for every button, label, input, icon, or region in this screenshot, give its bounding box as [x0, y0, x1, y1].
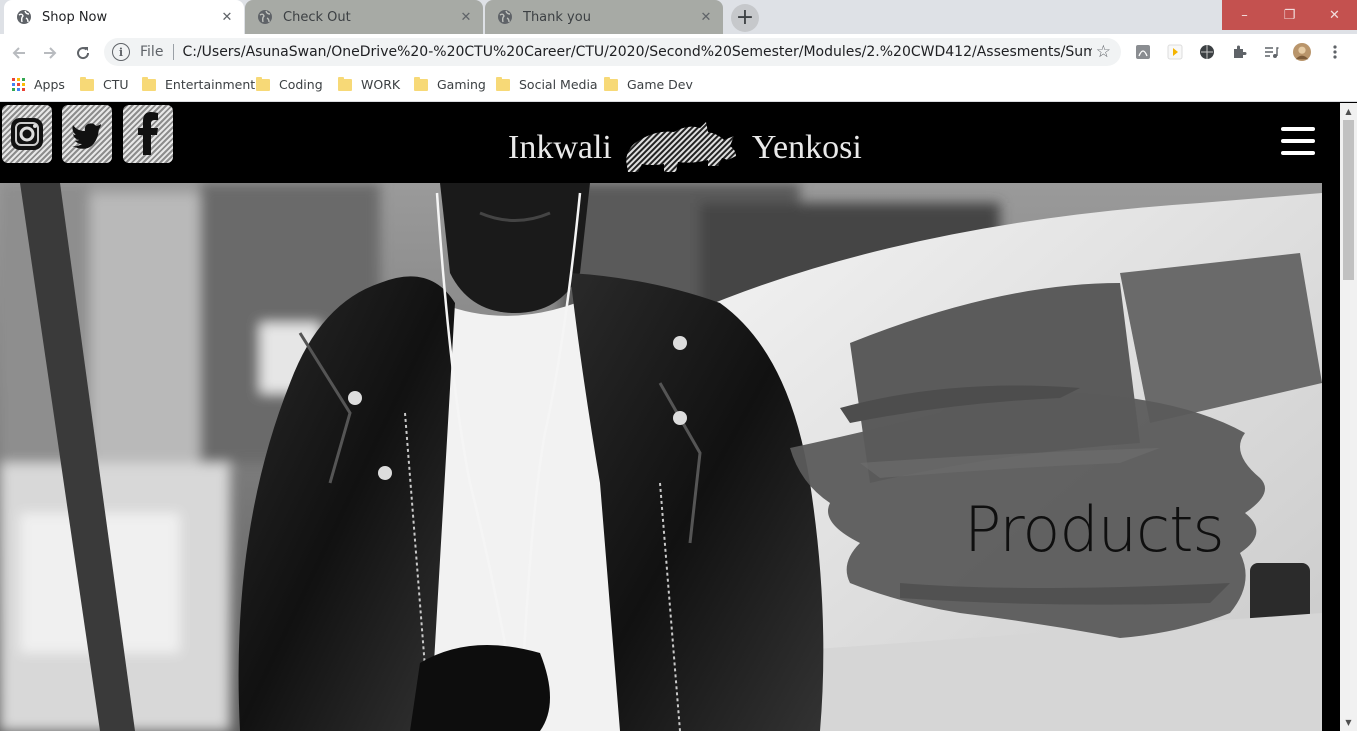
scrollbar-thumb[interactable] — [1343, 120, 1354, 280]
globe-icon — [257, 9, 273, 25]
close-tab-icon[interactable]: ✕ — [697, 8, 715, 26]
bookmark-folder-work[interactable]: WORK — [338, 76, 401, 92]
globe-icon — [16, 9, 32, 25]
back-arrow-icon[interactable] — [6, 40, 32, 66]
browser-menu-icon[interactable] — [1326, 43, 1344, 61]
bookmark-label: Apps — [34, 77, 65, 92]
instagram-icon[interactable] — [2, 105, 52, 163]
rhino-logo-icon — [625, 122, 736, 172]
folder-icon — [256, 76, 270, 91]
profile-avatar-icon[interactable] — [1293, 43, 1311, 61]
tab-title: Check Out — [283, 9, 351, 25]
tab-title: Shop Now — [42, 9, 108, 25]
extension-globe-icon[interactable] — [1198, 43, 1216, 61]
hero-banner: Products — [0, 183, 1322, 731]
bookmark-folder-ctu[interactable]: CTU — [80, 76, 129, 92]
bookmark-apps[interactable]: Apps — [12, 77, 65, 92]
bookmark-folder-social-media[interactable]: Social Media — [496, 76, 598, 92]
hero-title: Products — [964, 493, 1225, 566]
bookmarks-bar: Apps CTU Entertainment Coding WORK Gamin… — [0, 70, 1357, 102]
folder-icon — [80, 76, 94, 91]
bookmark-label: Coding — [279, 77, 323, 92]
forward-arrow-icon[interactable] — [37, 40, 63, 66]
bookmark-label: Game Dev — [627, 77, 693, 92]
tab-shop-now[interactable]: Shop Now ✕ — [4, 0, 244, 34]
bookmark-label: Entertainment — [165, 77, 256, 92]
folder-icon — [496, 76, 510, 91]
web-page: Inkwali Yenkosi Products — [0, 103, 1340, 731]
address-scheme-label: File — [140, 44, 164, 60]
hamburger-menu-icon[interactable] — [1281, 127, 1315, 155]
logo-word-left: Inkwali — [508, 129, 612, 166]
pdf-extension-icon[interactable] — [1134, 43, 1152, 61]
folder-icon — [414, 76, 428, 91]
logo-word-right: Yenkosi — [751, 129, 862, 166]
browser-tab-strip: Shop Now ✕ Check Out ✕ Thank you ✕ + – ❐… — [0, 0, 1357, 34]
address-url[interactable]: C:/Users/AsunaSwan/OneDrive%20-%20CTU%20… — [182, 44, 1092, 60]
bookmark-folder-game-dev[interactable]: Game Dev — [604, 76, 693, 92]
reload-icon[interactable] — [70, 40, 96, 66]
bookmark-star-icon[interactable]: ☆ — [1096, 42, 1111, 62]
close-window-button[interactable]: ✕ — [1312, 0, 1357, 30]
puzzle-extensions-icon[interactable] — [1230, 43, 1248, 61]
bookmark-folder-gaming[interactable]: Gaming — [414, 76, 486, 92]
tab-check-out[interactable]: Check Out ✕ — [245, 0, 483, 34]
window-controls: – ❐ ✕ — [1222, 0, 1357, 30]
globe-icon — [497, 9, 513, 25]
bookmark-label: Gaming — [437, 77, 486, 92]
folder-icon — [604, 76, 618, 91]
scroll-up-arrow-icon[interactable]: ▲ — [1340, 103, 1357, 120]
bookmark-label: WORK — [361, 77, 401, 92]
hero-photo — [0, 183, 1322, 731]
address-separator — [173, 44, 175, 60]
bookmark-label: CTU — [103, 77, 129, 92]
site-info-icon[interactable]: i — [112, 43, 130, 61]
folder-icon — [338, 76, 352, 91]
restore-button[interactable]: ❐ — [1267, 0, 1312, 30]
apps-grid-icon — [12, 78, 25, 91]
site-header: Inkwali Yenkosi — [0, 103, 1340, 183]
minimize-button[interactable]: – — [1222, 0, 1267, 30]
site-logo[interactable]: Inkwali Yenkosi — [508, 122, 862, 173]
address-bar[interactable]: i File C:/Users/AsunaSwan/OneDrive%20-%2… — [104, 38, 1121, 66]
close-tab-icon[interactable]: ✕ — [457, 8, 475, 26]
facebook-icon[interactable] — [123, 105, 173, 163]
bookmark-folder-coding[interactable]: Coding — [256, 76, 323, 92]
slides-extension-icon[interactable] — [1166, 43, 1184, 61]
folder-icon — [142, 76, 156, 91]
new-tab-button[interactable]: + — [731, 4, 759, 32]
browser-toolbar: i File C:/Users/AsunaSwan/OneDrive%20-%2… — [0, 34, 1357, 70]
tab-title: Thank you — [523, 9, 591, 25]
bookmark-label: Social Media — [519, 77, 598, 92]
twitter-icon[interactable] — [62, 105, 112, 163]
scroll-down-arrow-icon[interactable]: ▼ — [1340, 714, 1357, 731]
media-controls-icon[interactable] — [1262, 43, 1280, 61]
close-tab-icon[interactable]: ✕ — [218, 8, 236, 26]
page-scrollbar[interactable]: ▲ ▼ — [1340, 103, 1357, 731]
bookmark-folder-entertainment[interactable]: Entertainment — [142, 76, 256, 92]
tab-thank-you[interactable]: Thank you ✕ — [485, 0, 723, 34]
